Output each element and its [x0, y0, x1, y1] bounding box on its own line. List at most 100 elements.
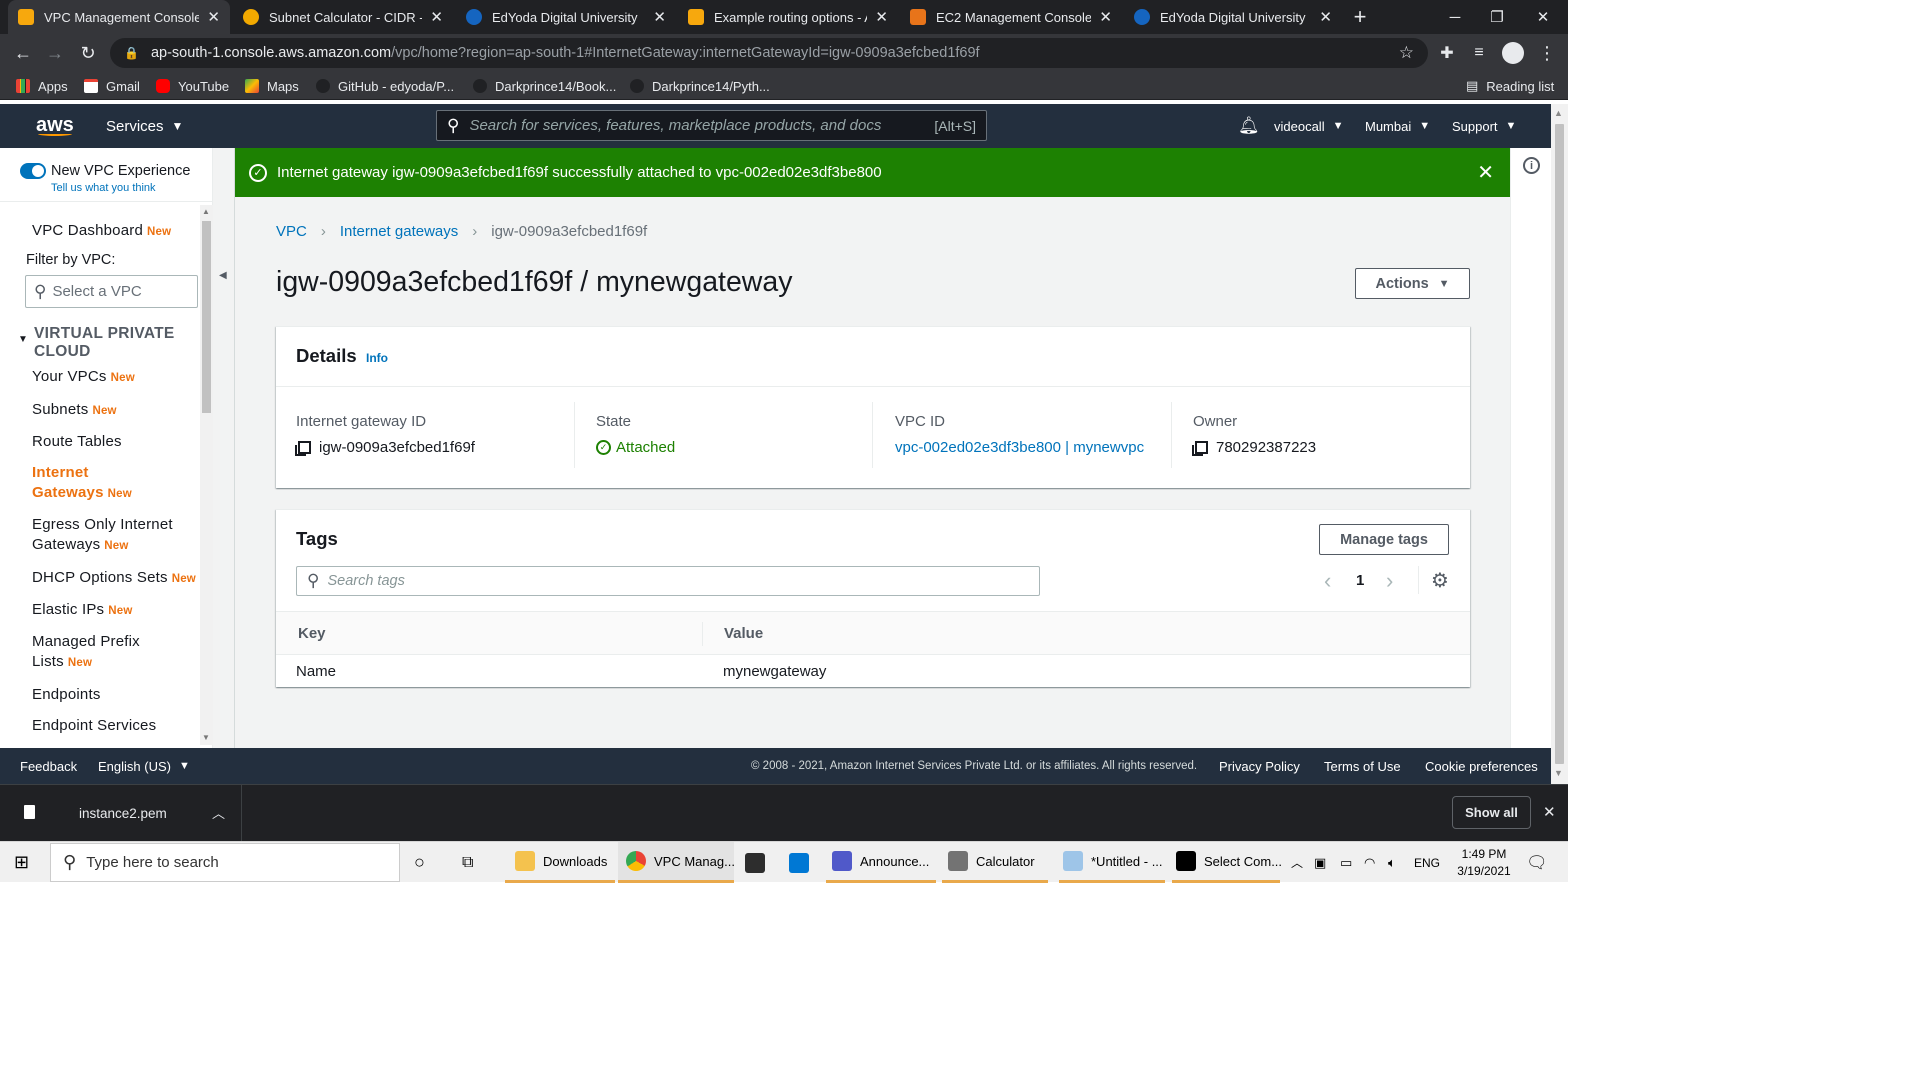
page-scrollbar[interactable]: ▲ ▼ — [1551, 104, 1568, 784]
back-arrow-icon[interactable]: ← — [8, 34, 38, 72]
tab-ec2-console[interactable]: EC2 Management Console ✕ — [900, 0, 1122, 34]
copy-icon[interactable] — [1192, 441, 1208, 456]
sidebar-item-your-vpcs[interactable]: Your VPCs New — [32, 367, 135, 388]
show-all-button[interactable]: Show all — [1452, 796, 1531, 829]
tray-webcam-icon[interactable]: ▣ — [1314, 842, 1326, 883]
scrollbar-thumb[interactable] — [202, 221, 211, 413]
taskbar-app-notepad[interactable]: *Untitled - ... — [1059, 842, 1165, 883]
tray-wifi-icon[interactable]: ◠ — [1364, 842, 1375, 883]
manage-tags-button[interactable]: Manage tags — [1319, 524, 1449, 555]
aws-search-input[interactable]: ⚲ Search for services, features, marketp… — [436, 110, 987, 141]
bookmark-gmail[interactable]: Gmail — [84, 72, 140, 100]
breadcrumb-vpc[interactable]: VPC — [276, 223, 307, 240]
cookie-preferences-link[interactable]: Cookie preferences — [1425, 748, 1538, 784]
region-menu[interactable]: Mumbai ▼ — [1365, 104, 1430, 148]
sidebar-item-subnets[interactable]: Subnets New — [32, 400, 117, 421]
language-selector[interactable]: English (US) ▼ — [98, 748, 190, 784]
mail-icon[interactable] — [789, 842, 817, 883]
taskbar-app-downloads[interactable]: Downloads — [505, 842, 615, 883]
forward-arrow-icon[interactable]: → — [40, 34, 70, 72]
bookmark-darkprince-book[interactable]: Darkprince14/Book... — [473, 72, 616, 100]
bookmark-maps[interactable]: Maps — [245, 72, 299, 100]
sidebar-item-endpoint-services[interactable]: Endpoint Services — [32, 716, 156, 736]
sidebar-item-route-tables[interactable]: Route Tables — [32, 432, 122, 452]
taskbar-app-cmd[interactable]: Select Com... — [1172, 842, 1282, 883]
sidebar-item-egress-only-gateways[interactable]: Egress Only Internet Gateways New — [32, 515, 173, 556]
search-tags-input[interactable]: ⚲ Search tags — [296, 566, 1040, 596]
tab-subnet-calculator[interactable]: Subnet Calculator - CIDR - IP ✕ — [233, 0, 453, 34]
bookmark-apps[interactable]: Apps — [16, 72, 68, 100]
prev-page-icon[interactable]: ‹ — [1324, 568, 1331, 594]
notification-center-icon[interactable]: 🗨︎ — [1526, 842, 1548, 883]
scroll-down-icon[interactable]: ▼ — [1554, 768, 1563, 778]
info-link[interactable]: Info — [366, 351, 388, 365]
taskbar-search-box[interactable]: ⚲ Type here to search — [50, 843, 400, 882]
select-vpc-input[interactable]: ⚲ Select a VPC — [25, 275, 198, 308]
page-number[interactable]: 1 — [1356, 572, 1364, 589]
sidebar-item-endpoints[interactable]: Endpoints — [32, 685, 101, 705]
scroll-down-icon[interactable]: ▼ — [202, 733, 210, 742]
sidebar-item-internet-gateways[interactable]: Internet Gateways New — [32, 463, 132, 504]
breadcrumb-internet-gateways[interactable]: Internet gateways — [340, 223, 458, 240]
chevron-up-icon[interactable]: ︿ — [212, 803, 225, 822]
close-icon[interactable]: ✕ — [207, 8, 220, 26]
media-queue-icon[interactable]: ≡ — [1464, 34, 1494, 72]
close-downloads-icon[interactable]: ✕ — [1543, 803, 1556, 821]
restore-icon[interactable]: ❐ — [1474, 0, 1520, 34]
bookmark-star-icon[interactable]: ☆ — [1399, 43, 1414, 63]
taskbar-app-chrome[interactable]: VPC Manag... — [618, 842, 735, 883]
aws-logo[interactable]: aws — [36, 104, 74, 148]
window-close-icon[interactable]: ✕ — [1520, 0, 1566, 34]
footer-feedback-link[interactable]: Feedback — [20, 748, 77, 784]
section-collapse-icon[interactable]: ▼ — [18, 334, 28, 345]
scroll-up-icon[interactable]: ▲ — [1554, 108, 1563, 118]
sidebar-item-dhcp-options[interactable]: DHCP Options Sets New — [32, 568, 196, 589]
column-value[interactable]: Value — [724, 625, 763, 642]
extensions-puzzle-icon[interactable]: ✚ — [1432, 34, 1462, 72]
close-icon[interactable]: ✕ — [653, 8, 666, 26]
tray-clock[interactable]: 1:49 PM 3/19/2021 — [1452, 842, 1516, 883]
tray-volume-icon[interactable]: 🔈︎ — [1388, 842, 1396, 883]
new-tab-plus-icon[interactable]: + — [1340, 0, 1380, 34]
bookmark-darkprince-pyth[interactable]: Darkprince14/Pyth... — [630, 72, 770, 100]
new-vpc-experience-toggle[interactable] — [20, 163, 46, 179]
collapse-arrow-icon[interactable]: ◀ — [219, 270, 227, 281]
scroll-up-icon[interactable]: ▲ — [202, 207, 210, 216]
cortana-circle-icon[interactable]: ○ — [414, 842, 425, 883]
download-item[interactable]: instance2.pem ︿ — [0, 785, 242, 841]
close-icon[interactable]: ✕ — [1099, 8, 1112, 26]
tab-edyoda-1[interactable]: EdYoda Digital University ✕ — [456, 0, 676, 34]
sidebar-item-vpc-dashboard[interactable]: VPC Dashboard New — [32, 221, 171, 242]
settings-gear-icon[interactable]: ⚙ — [1431, 568, 1449, 593]
store-bag-icon[interactable] — [745, 842, 773, 883]
tab-edyoda-2[interactable]: EdYoda Digital University ✕ — [1124, 0, 1342, 34]
reading-list[interactable]: ▤ Reading list — [1466, 72, 1554, 100]
feedback-link[interactable]: Tell us what you think — [51, 182, 156, 194]
menu-dots-icon[interactable]: ⋮ — [1532, 34, 1562, 72]
windows-start-icon[interactable]: ⊞ — [14, 842, 29, 883]
services-menu[interactable]: Services ▼ — [106, 104, 183, 148]
actions-button[interactable]: Actions ▼ — [1355, 268, 1470, 299]
sidebar-item-elastic-ips[interactable]: Elastic IPs New — [32, 600, 132, 621]
vpc-id-link[interactable]: vpc-002ed02e3df3be800 | mynewvpc — [895, 439, 1144, 456]
tray-battery-icon[interactable]: ▭ — [1340, 842, 1352, 883]
scrollbar-thumb[interactable] — [1555, 124, 1564, 764]
next-page-icon[interactable]: › — [1386, 568, 1393, 594]
address-bar[interactable]: 🔒 ap-south-1.console.aws.amazon.com/vpc/… — [110, 38, 1428, 68]
terms-of-use-link[interactable]: Terms of Use — [1324, 748, 1401, 784]
minimize-icon[interactable]: ─ — [1432, 0, 1478, 34]
profile-avatar[interactable] — [1498, 34, 1528, 72]
dismiss-close-icon[interactable]: ✕ — [1477, 160, 1494, 185]
sidebar-scrollbar[interactable]: ▲ ▼ — [200, 205, 213, 745]
close-icon[interactable]: ✕ — [430, 8, 443, 26]
bookmark-github-edyoda[interactable]: GitHub - edyoda/P... — [316, 72, 454, 100]
tray-chevron-icon[interactable]: ︿ — [1291, 842, 1303, 883]
task-view-icon[interactable]: ⧉ — [462, 842, 473, 883]
close-icon[interactable]: ✕ — [875, 8, 888, 26]
taskbar-app-calculator[interactable]: Calculator — [942, 842, 1048, 883]
close-icon[interactable]: ✕ — [1319, 8, 1332, 26]
tab-routing-options[interactable]: Example routing options - An ✕ — [678, 0, 898, 34]
tray-language[interactable]: ENG — [1414, 842, 1440, 883]
taskbar-app-teams[interactable]: Announce... — [826, 842, 936, 883]
copy-icon[interactable] — [295, 441, 311, 456]
